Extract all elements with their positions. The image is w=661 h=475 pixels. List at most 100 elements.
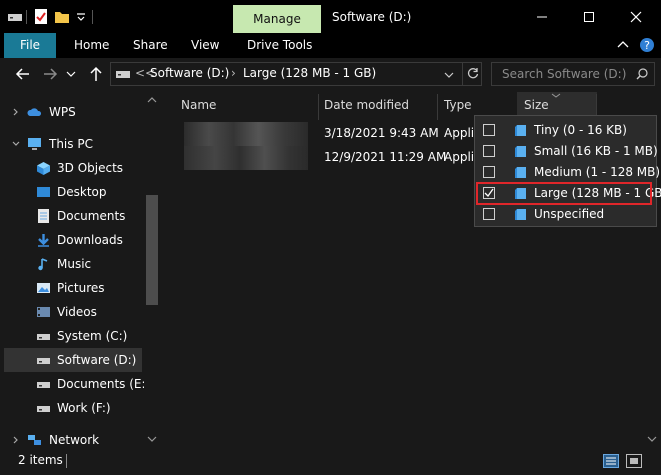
item-count: 2 items <box>18 453 63 467</box>
sidebar-item-desktop[interactable]: Desktop <box>0 180 143 204</box>
drive-icon <box>116 71 130 78</box>
sidebar-item-this-pc[interactable]: This PC <box>0 132 143 156</box>
tab-share[interactable]: Share <box>133 33 168 58</box>
address-bar[interactable]: << Software (D:) › Large (128 MB - 1 GB) <box>110 62 482 86</box>
tab-manage[interactable]: Manage <box>233 5 321 33</box>
new-folder-icon[interactable] <box>54 9 70 24</box>
option-label: Medium (1 - 128 MB) <box>534 165 661 179</box>
column-name[interactable]: Name <box>181 96 216 118</box>
option-checkbox[interactable] <box>483 208 495 220</box>
maximize-button[interactable] <box>566 0 612 33</box>
option-checkbox[interactable] <box>483 124 495 136</box>
column-date-modified[interactable]: Date modified <box>324 96 409 118</box>
sidebar-item-documents-e[interactable]: Documents (E:) <box>0 372 150 396</box>
sidebar-item-label: System (C:) <box>57 329 128 343</box>
sidebar-item-label: This PC <box>49 137 93 151</box>
option-checkbox[interactable] <box>483 145 495 157</box>
scroll-down-icon[interactable] <box>147 436 157 443</box>
help-icon[interactable]: ? <box>639 37 655 53</box>
sidebar-item-documents[interactable]: Documents <box>0 204 143 228</box>
scroll-down-icon[interactable] <box>647 436 657 443</box>
forward-icon[interactable] <box>42 67 58 81</box>
chevron-down-icon[interactable] <box>12 140 20 148</box>
sidebar-item-label: Downloads <box>57 233 123 247</box>
status-divider <box>66 454 67 468</box>
desktop-icon <box>37 187 50 197</box>
sidebar-item-pictures[interactable]: Pictures <box>0 276 143 300</box>
refresh-button[interactable] <box>462 62 482 86</box>
document-icon <box>38 209 49 223</box>
size-option-small-16-kb-1-mb[interactable]: Small (16 KB - 1 MB) <box>478 141 658 162</box>
file-type: Appli <box>444 126 475 140</box>
sidebar-item-label: Documents (E:) <box>57 377 151 391</box>
size-group-icon <box>515 167 526 178</box>
refresh-icon <box>467 68 479 79</box>
window-title: Software (D:) <box>332 10 412 24</box>
sidebar-item-wps[interactable]: WPS <box>0 100 143 124</box>
column-separator[interactable] <box>437 94 438 120</box>
sidebar-item-system-c[interactable]: System (C:) <box>0 324 143 348</box>
column-separator[interactable] <box>318 94 319 120</box>
computer-icon <box>28 138 41 150</box>
pictures-icon <box>37 283 50 293</box>
option-label: Unspecified <box>534 207 605 221</box>
sidebar-item-software-d[interactable]: Software (D:) <box>4 348 142 372</box>
tab-home[interactable]: Home <box>74 33 109 58</box>
chevron-right-icon[interactable] <box>12 108 20 116</box>
drive-icon <box>37 406 50 412</box>
scroll-up-icon[interactable] <box>147 96 157 103</box>
sidebar-item-label: WPS <box>49 105 76 119</box>
size-group-icon <box>515 146 526 157</box>
download-icon <box>38 234 49 247</box>
recent-locations-icon[interactable] <box>66 70 76 78</box>
maximize-icon <box>584 11 594 22</box>
details-view-icon[interactable] <box>603 454 619 468</box>
cloud-icon <box>27 108 42 116</box>
size-option-medium-1-128-mb[interactable]: Medium (1 - 128 MB) <box>478 162 660 183</box>
sidebar-item-work-f[interactable]: Work (F:) <box>0 396 143 420</box>
option-label: Tiny (0 - 16 KB) <box>534 123 627 137</box>
sidebar-item-label: Music <box>57 257 92 271</box>
large-icons-view-icon[interactable] <box>626 454 642 468</box>
breadcrumb-software-d[interactable]: Software (D:) <box>150 66 229 80</box>
sidebar-item-label: Desktop <box>57 185 107 199</box>
tab-file[interactable]: File <box>4 33 56 58</box>
cube-icon <box>37 162 50 175</box>
breadcrumb-large[interactable]: Large (128 MB - 1 GB) <box>243 66 376 80</box>
sidebar-item-3d-objects[interactable]: 3D Objects <box>0 156 143 180</box>
status-bar: 2 items <box>0 448 661 475</box>
sidebar-item-label: 3D Objects <box>57 161 124 175</box>
minimize-icon <box>537 16 547 17</box>
minimize-button[interactable] <box>519 0 565 33</box>
expand-ribbon-icon[interactable] <box>617 40 629 50</box>
tab-view[interactable]: View <box>191 33 219 58</box>
back-icon[interactable] <box>15 67 31 81</box>
svg-text:?: ? <box>644 39 650 52</box>
file-date: 3/18/2021 9:43 AM <box>324 126 439 140</box>
option-checkbox[interactable] <box>483 166 495 178</box>
network-icon <box>28 435 41 445</box>
sidebar-item-label: Software (D:) <box>57 353 137 367</box>
file-date: 12/9/2021 11:29 AM <box>324 150 447 164</box>
close-button[interactable] <box>613 0 659 33</box>
tab-drive-tools[interactable]: Drive Tools <box>247 33 312 58</box>
properties-icon[interactable] <box>34 8 48 25</box>
drive-icon <box>37 334 50 340</box>
video-icon <box>37 307 50 317</box>
chevron-down-icon[interactable] <box>76 12 86 22</box>
column-type[interactable]: Type <box>444 96 472 118</box>
size-option-tiny-0-16-kb[interactable]: Tiny (0 - 16 KB) <box>478 120 654 141</box>
file-type: Appli <box>444 150 475 164</box>
sidebar-item-videos[interactable]: Videos <box>0 300 143 324</box>
chevron-down-icon[interactable] <box>444 72 454 79</box>
search-input[interactable]: Search Software (D:) <box>491 62 655 86</box>
nav-scrollbar-thumb[interactable] <box>146 195 158 305</box>
chevron-right-icon[interactable] <box>12 436 20 444</box>
search-icon[interactable] <box>636 68 648 80</box>
up-icon[interactable] <box>89 66 103 82</box>
size-option-unspecified[interactable]: Unspecified <box>478 204 654 225</box>
sidebar-item-downloads[interactable]: Downloads <box>0 228 143 252</box>
drive-icon[interactable] <box>8 12 22 22</box>
option-label: Small (16 KB - 1 MB) <box>534 144 658 158</box>
sidebar-item-music[interactable]: Music <box>0 252 143 276</box>
